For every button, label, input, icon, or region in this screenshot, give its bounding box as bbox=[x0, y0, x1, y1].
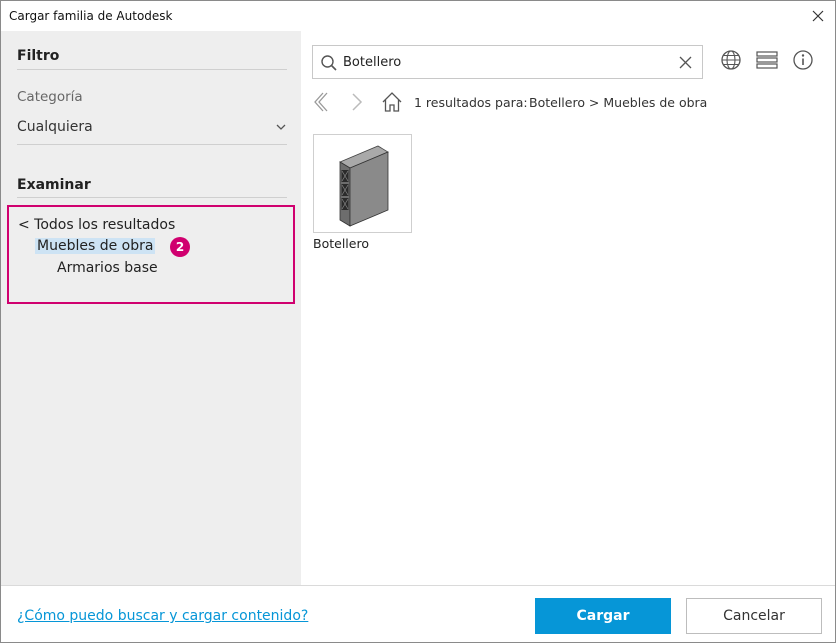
breadcrumb-path: Botellero > Muebles de obra bbox=[529, 95, 708, 110]
result-tile-label: Botellero bbox=[313, 236, 369, 251]
navigation-bar: 1 resultados para: Botellero > Muebles d… bbox=[309, 89, 829, 115]
cabinet-thumbnail bbox=[339, 145, 389, 227]
tree-item-all-results[interactable]: < Todos los resultados bbox=[18, 217, 175, 233]
footer: ¿Cómo puedo buscar y cargar contenido? C… bbox=[1, 585, 835, 642]
sidebar: Filtro Categoría Cualquiera Examinar < T… bbox=[1, 31, 301, 585]
home-icon[interactable] bbox=[381, 91, 403, 113]
cancel-button[interactable]: Cancelar bbox=[686, 598, 822, 634]
window-title: Cargar familia de Autodesk bbox=[9, 9, 173, 23]
tree-item-muebles-de-obra[interactable]: Muebles de obra bbox=[35, 238, 156, 254]
list-view-icon[interactable] bbox=[756, 49, 778, 71]
filter-title: Filtro bbox=[17, 48, 60, 64]
info-icon[interactable] bbox=[792, 49, 814, 71]
back-icon[interactable] bbox=[311, 91, 331, 113]
divider bbox=[17, 144, 287, 145]
tree-item-label: Muebles de obra bbox=[35, 238, 156, 254]
search-box[interactable] bbox=[312, 45, 703, 79]
chevron-down-icon bbox=[276, 124, 286, 130]
category-select[interactable]: Cualquiera bbox=[17, 115, 287, 143]
globe-icon[interactable] bbox=[720, 49, 742, 71]
result-tile[interactable] bbox=[313, 134, 412, 233]
close-button[interactable] bbox=[807, 5, 829, 27]
browse-title: Examinar bbox=[17, 177, 91, 193]
search-icon bbox=[321, 55, 337, 71]
category-label: Categoría bbox=[17, 89, 83, 105]
search-input[interactable] bbox=[343, 52, 663, 72]
callout-badge: 2 bbox=[170, 237, 190, 257]
dialog-window: Cargar familia de Autodesk Filtro Catego… bbox=[0, 0, 836, 643]
load-button[interactable]: Cargar bbox=[535, 598, 671, 634]
forward-icon[interactable] bbox=[347, 91, 367, 113]
help-link[interactable]: ¿Cómo puedo buscar y cargar contenido? bbox=[17, 608, 308, 624]
title-bar: Cargar familia de Autodesk bbox=[1, 1, 835, 31]
close-icon bbox=[812, 10, 824, 22]
clear-icon[interactable] bbox=[679, 56, 692, 69]
divider bbox=[17, 69, 287, 70]
divider bbox=[17, 197, 287, 198]
tree-item-armarios-base[interactable]: Armarios base bbox=[57, 260, 158, 276]
category-value: Cualquiera bbox=[17, 119, 93, 135]
results-count: 1 resultados para: bbox=[414, 95, 528, 110]
